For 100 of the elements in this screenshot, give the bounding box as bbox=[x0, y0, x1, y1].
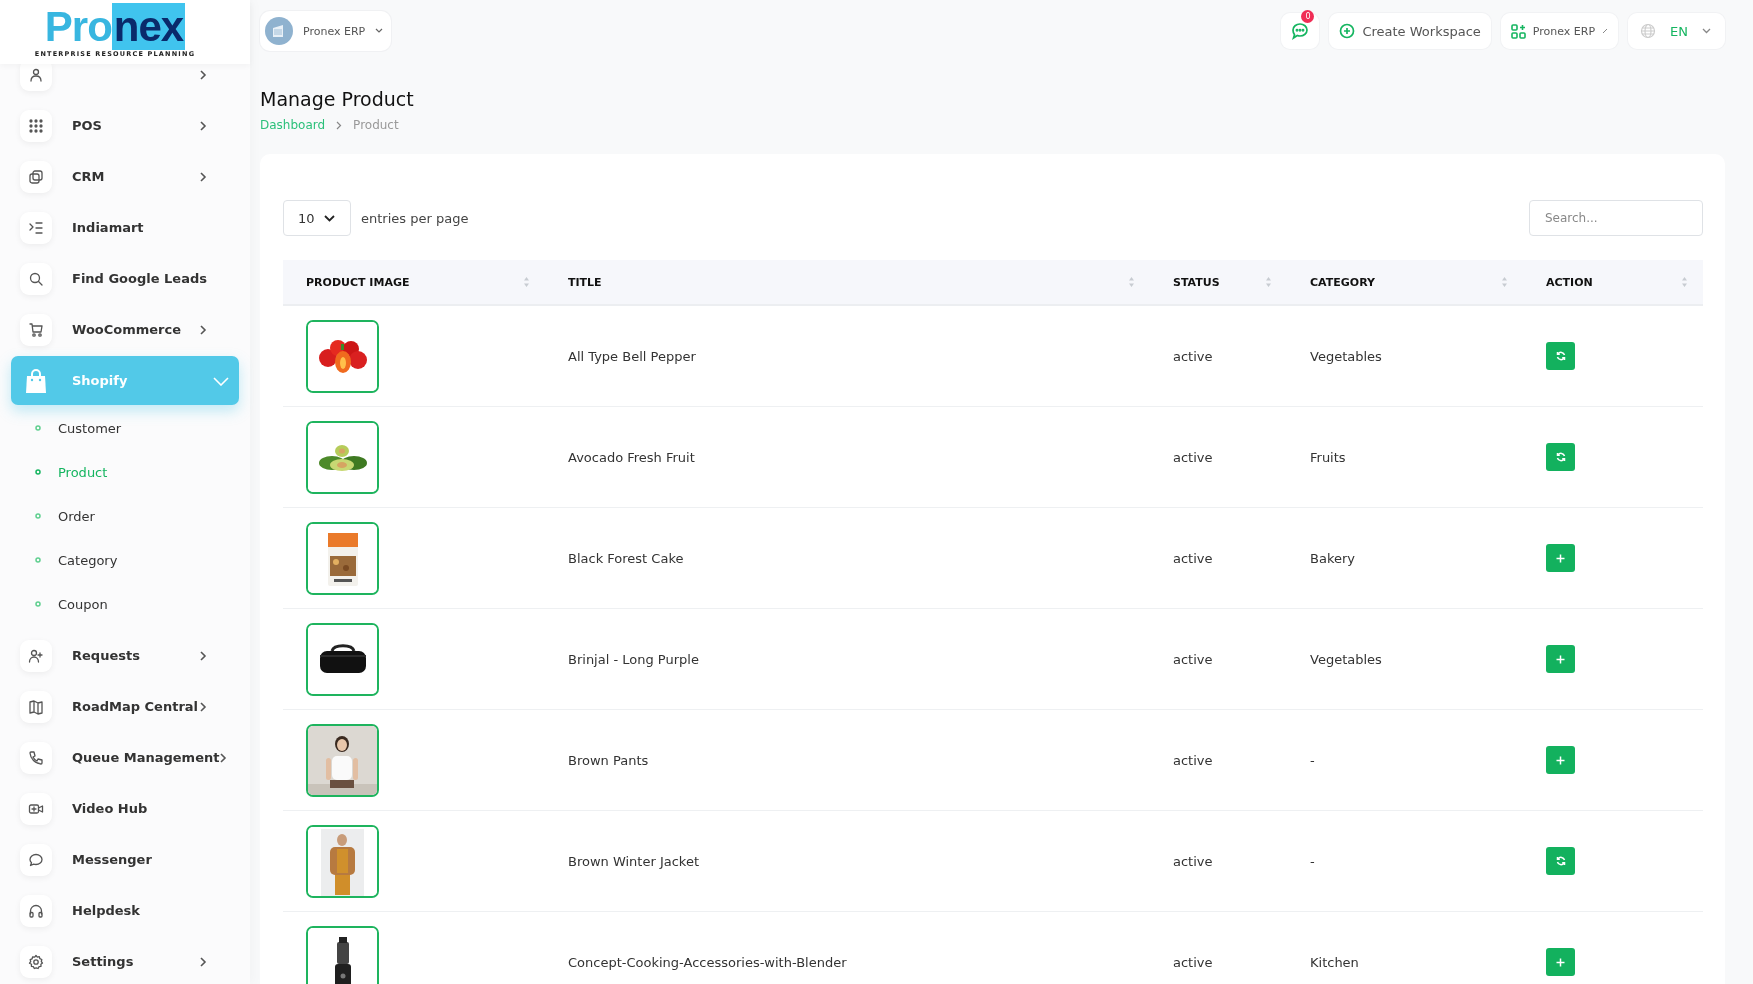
headset-icon bbox=[28, 902, 44, 919]
page-size-select[interactable]: 10 bbox=[283, 200, 351, 236]
table-cell-text: active bbox=[1172, 550, 1214, 566]
plus-icon bbox=[1556, 553, 1565, 563]
chevron-icon bbox=[199, 701, 207, 712]
sidebar-item[interactable]: Helpdesk bbox=[11, 886, 239, 935]
plus-icon bbox=[1556, 957, 1565, 967]
create-workspace-button[interactable]: Create Workspace bbox=[1329, 13, 1491, 49]
chevron-icon bbox=[199, 650, 207, 661]
caret-icon bbox=[1702, 28, 1711, 34]
phone-icon bbox=[28, 749, 44, 766]
sort-icon bbox=[1128, 276, 1135, 288]
sidebar-item[interactable]: Find Google Leads bbox=[11, 254, 239, 303]
building-icon bbox=[265, 17, 293, 45]
sync-button[interactable] bbox=[1546, 847, 1575, 875]
sidebar-item[interactable]: RoadMap Central bbox=[11, 682, 239, 731]
sort-icon bbox=[523, 276, 530, 288]
bag-icon bbox=[24, 367, 48, 394]
table-cell-text: All Type Bell Pepper bbox=[567, 348, 697, 364]
table-cell-text: Brown Winter Jacket bbox=[567, 853, 701, 869]
table-cell-text: active bbox=[1172, 954, 1214, 970]
sidebar-item[interactable]: POS bbox=[11, 101, 239, 150]
messages-button[interactable]: 0 bbox=[1281, 13, 1320, 49]
entries-label: entries per page bbox=[361, 210, 469, 226]
column-header[interactable]: PRODUCT IMAGE bbox=[283, 260, 545, 304]
sync-icon bbox=[1555, 452, 1566, 462]
bullet-icon bbox=[35, 425, 41, 431]
table-cell-text: - bbox=[1309, 853, 1316, 869]
submenu-item[interactable]: Category bbox=[35, 538, 239, 582]
add-button[interactable] bbox=[1546, 645, 1575, 673]
chevron-icon bbox=[213, 375, 229, 386]
copy-icon bbox=[28, 168, 44, 185]
search-field[interactable]: Search... bbox=[1529, 200, 1703, 236]
column-header[interactable]: ACTION bbox=[1523, 260, 1703, 304]
app-switcher[interactable]: Pronex ERP bbox=[1500, 13, 1619, 49]
person-add-icon bbox=[28, 647, 44, 664]
submenu-item[interactable]: Order bbox=[35, 494, 239, 538]
table-cell-text: active bbox=[1172, 449, 1214, 465]
grid-icon bbox=[28, 117, 44, 134]
submenu-item[interactable]: Coupon bbox=[35, 582, 239, 626]
sync-button[interactable] bbox=[1546, 443, 1575, 471]
workspace-selector[interactable]: Pronex ERP bbox=[260, 11, 392, 51]
sidebar-item[interactable]: Messenger bbox=[11, 835, 239, 884]
table-cell-text: Brown Pants bbox=[567, 752, 650, 768]
table-cell-text: Concept-Cooking-Accessories-with-Blender bbox=[567, 954, 848, 970]
map-icon bbox=[28, 698, 44, 715]
sidebar-item[interactable]: Settings bbox=[11, 937, 239, 984]
bullet-icon bbox=[35, 557, 41, 563]
settings-icon bbox=[28, 953, 44, 970]
plus-icon bbox=[1556, 755, 1565, 765]
apps-icon bbox=[1510, 23, 1526, 39]
table-cell-text: Vegetables bbox=[1309, 348, 1383, 364]
bullet-icon bbox=[35, 513, 41, 519]
table-cell-text: Vegetables bbox=[1309, 651, 1383, 667]
sort-icon bbox=[1265, 276, 1272, 288]
table-cell-text: - bbox=[1309, 752, 1316, 768]
sync-icon bbox=[1555, 351, 1566, 361]
chat-icon bbox=[1291, 22, 1310, 40]
globe-icon bbox=[1640, 23, 1657, 39]
table-cell-text: Fruits bbox=[1309, 449, 1347, 465]
list-icon bbox=[28, 219, 44, 236]
chevron-icon bbox=[199, 956, 207, 967]
page-title: Manage Product bbox=[260, 88, 415, 110]
chevron-icon bbox=[199, 324, 207, 335]
table-cell-text: active bbox=[1172, 752, 1214, 768]
sidebar-item[interactable]: Video Hub bbox=[11, 784, 239, 833]
table-cell-text: active bbox=[1172, 348, 1214, 364]
count-badge: 0 bbox=[1301, 10, 1315, 23]
caret-icon bbox=[324, 214, 335, 222]
table-cell-text: active bbox=[1172, 651, 1214, 667]
column-header[interactable]: CATEGORY bbox=[1287, 260, 1523, 304]
chevron-icon bbox=[199, 120, 207, 131]
sidebar-item[interactable]: Requests bbox=[11, 631, 239, 680]
search-icon bbox=[28, 270, 44, 287]
sidebar-item[interactable]: Queue Management bbox=[11, 733, 239, 782]
sidebar-item[interactable]: CRM bbox=[11, 152, 239, 201]
bullet-icon bbox=[35, 601, 41, 607]
add-button[interactable] bbox=[1546, 544, 1575, 572]
bullet-icon bbox=[35, 469, 41, 475]
add-button[interactable] bbox=[1546, 948, 1575, 976]
sort-icon bbox=[1501, 276, 1508, 288]
chevron-icon bbox=[199, 171, 207, 182]
table-cell-text: Brinjal - Long Purple bbox=[567, 651, 700, 667]
column-header[interactable]: TITLE bbox=[545, 260, 1150, 304]
table-cell-text: Black Forest Cake bbox=[567, 550, 685, 566]
table-cell-text: Bakery bbox=[1309, 550, 1356, 566]
column-header[interactable]: STATUS bbox=[1150, 260, 1287, 304]
plus-icon bbox=[1556, 654, 1565, 664]
chat-icon bbox=[28, 851, 44, 868]
chevron-icon bbox=[336, 120, 343, 130]
sidebar-item[interactable]: Indiamart bbox=[11, 203, 239, 252]
add-button[interactable] bbox=[1546, 746, 1575, 774]
sidebar-item[interactable]: WooCommerce bbox=[11, 305, 239, 354]
submenu-item[interactable]: Customer bbox=[35, 406, 239, 450]
breadcrumb-current: Product bbox=[353, 118, 399, 132]
caret-icon bbox=[375, 28, 384, 34]
sync-button[interactable] bbox=[1546, 342, 1575, 370]
plus-circle-icon bbox=[1339, 23, 1356, 39]
sync-icon bbox=[1555, 856, 1566, 866]
sort-icon bbox=[1681, 276, 1688, 288]
